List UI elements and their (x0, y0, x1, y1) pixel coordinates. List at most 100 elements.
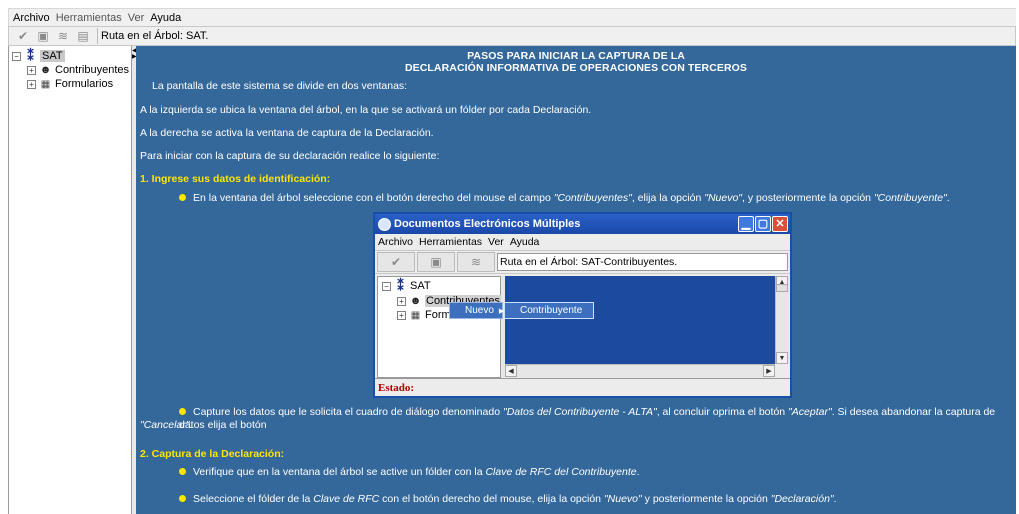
tree-node-contribuyentes-label: Contribuyentes (55, 64, 129, 76)
bullet-1-em: "Contribuyentes" (553, 192, 632, 204)
dialog-tree-path: Ruta en el Árbol: SAT-Contribuyentes. (497, 253, 788, 271)
tree-node-formularios[interactable]: + ▦ Formularios (27, 77, 113, 91)
page-title: PASOS PARA INICIAR LA CAPTURA DE LA DECL… (136, 50, 1016, 74)
dialog-title: Documentos Electrónicos Múltiples (394, 218, 581, 230)
dialog-menu-archivo[interactable]: Archivo (378, 236, 413, 248)
bullet-2-continuation: "Cancelar". (140, 419, 192, 431)
sat-logo-icon: ⁑ (27, 48, 34, 63)
dialog-horizontal-scrollbar[interactable]: ◀ ▶ (505, 364, 775, 378)
expand-icon[interactable]: + (27, 79, 36, 89)
bullet-2-em: "Cancelar" (140, 419, 190, 431)
title-line-1: PASOS PARA INICIAR LA CAPTURA DE LA (467, 50, 685, 62)
close-icon[interactable]: ✕ (772, 216, 788, 232)
bullet-1-text: En la ventana del árbol seleccione con e… (193, 192, 554, 204)
tree-node-contribuyentes[interactable]: + ☻ Contribuyentes (27, 63, 129, 77)
paragraph-4: Para iniciar con la captura de su declar… (140, 150, 440, 162)
menu-ver[interactable]: Ver (128, 12, 145, 24)
tree-node-sat[interactable]: − ⁑ SAT (12, 48, 65, 63)
menu-archivo[interactable]: Archivo (13, 12, 50, 24)
dialog-toolbar: ✔ ▣ ≋ Ruta en el Árbol: SAT-Contribuyent… (375, 250, 790, 274)
context-menu-nuevo-label: Nuevo (465, 305, 494, 316)
section-heading-2: 2. Captura de la Declaración: (140, 448, 285, 460)
tree-path-label: Ruta en el Árbol: SAT. (97, 28, 211, 44)
menu-ayuda[interactable]: Ayuda (150, 12, 181, 24)
bullet-icon (179, 407, 186, 415)
bullet-4: Seleccione el fólder de la Clave de RFC … (179, 493, 837, 505)
bullet-3: Verifique que en la ventana del árbol se… (179, 466, 640, 478)
bullet-3-text: . (636, 466, 640, 478)
check-icon[interactable]: ✔ (377, 252, 415, 272)
list-icon[interactable]: ▤ (75, 29, 91, 43)
dialog-menu-ayuda[interactable]: Ayuda (510, 236, 540, 248)
paragraph-2: A la izquierda se ubica la ventana del á… (140, 104, 592, 116)
bullet-1-em: "Contribuyente" (873, 192, 947, 204)
dialog-tree-panel: − ⁑ SAT + ☻ Contribuyentes + ▦ Formu (377, 276, 501, 378)
dialog-body: − ⁑ SAT + ☻ Contribuyentes + ▦ Formu ▲ ▼… (377, 276, 789, 378)
check-icon[interactable]: ✔ (15, 29, 31, 43)
expand-icon[interactable]: + (397, 310, 406, 320)
bullet-2-text: Capture los datos que le solicita el cua… (193, 406, 503, 418)
bullet-3-text: Verifique que en la ventana del árbol se… (193, 466, 486, 478)
tree-node-sat-label: SAT (40, 50, 65, 62)
bullet-icon (179, 494, 186, 502)
stack-icon[interactable]: ≋ (55, 29, 71, 43)
bullet-1: En la ventana del árbol seleccione con e… (179, 192, 950, 204)
tree-panel: − ⁑ SAT + ☻ Contribuyentes + ▦ Formulari… (8, 46, 132, 514)
dialog-menu-bar: Archivo Herramientas Ver Ayuda (375, 234, 790, 250)
minimize-icon[interactable]: ▁ (738, 216, 754, 232)
context-menu-nuevo[interactable]: Nuevo ▶ (449, 302, 504, 319)
bullet-1-text: , y posteriormente la opción (742, 192, 874, 204)
sat-logo-icon: ⁑ (397, 278, 404, 293)
bullet-2-em: "Aceptar" (788, 406, 832, 418)
expand-icon[interactable]: + (27, 65, 36, 75)
dialog-tree-sat-label: SAT (410, 280, 431, 292)
dialog-menu-ver[interactable]: Ver (488, 236, 504, 248)
people-icon: ☻ (409, 295, 422, 307)
stack-icon[interactable]: ≋ (457, 252, 495, 272)
dialog-tree-node-sat[interactable]: − ⁑ SAT (382, 278, 431, 293)
toolbar: ✔ ▣ ≋ ▤ Ruta en el Árbol: SAT. (8, 26, 1016, 46)
bullet-4-em: "Declaración" (770, 493, 834, 505)
expand-icon[interactable]: + (397, 296, 406, 306)
dialog-menu-herramientas[interactable]: Herramientas (419, 236, 482, 248)
people-icon: ☻ (39, 64, 52, 76)
paragraph-1: La pantalla de este sistema se divide en… (152, 80, 408, 92)
dialog-status-bar: Estado: (375, 378, 790, 396)
bullet-4-em: "Nuevo" (603, 493, 642, 505)
scroll-thumb[interactable] (776, 284, 788, 292)
title-line-2: DECLARACIÓN INFORMATIVA DE OPERACIONES C… (404, 62, 748, 74)
scroll-left-icon[interactable]: ◀ (505, 365, 517, 377)
dialog-tree-node-formularios[interactable]: + ▦ Formu (397, 308, 457, 322)
bullet-1-text: . (946, 192, 950, 204)
print-icon[interactable]: ▣ (417, 252, 455, 272)
bullet-4-text: . (833, 493, 837, 505)
bullet-icon (179, 193, 186, 201)
collapse-icon[interactable]: − (12, 51, 21, 61)
submenu-contribuyente[interactable]: Contribuyente (504, 302, 594, 319)
print-icon[interactable]: ▣ (35, 29, 51, 43)
bullet-3-em: Clave de RFC del Contribuyente (485, 466, 637, 478)
dialog-title-bar: Documentos Electrónicos Múltiples ▁ ▢ ✕ (375, 214, 790, 234)
bullet-icon (179, 467, 186, 475)
tree-node-formularios-label: Formularios (55, 78, 114, 90)
paragraph-3: A la derecha se activa la ventana de cap… (140, 127, 434, 139)
bullet-2: Capture los datos que le solicita el cua… (179, 406, 1009, 432)
collapse-icon[interactable]: − (382, 281, 391, 291)
forms-icon: ▦ (40, 78, 51, 90)
bullet-4-text: y posteriormente la opción (641, 493, 771, 505)
globe-icon (378, 217, 391, 231)
forms-icon: ▦ (410, 309, 421, 321)
dialog-vertical-scrollbar[interactable]: ▲ ▼ (775, 276, 789, 364)
scroll-right-icon[interactable]: ▶ (763, 365, 775, 377)
bullet-1-em: "Nuevo" (704, 192, 743, 204)
bullet-2-text: , al concluir oprima el botón (656, 406, 789, 418)
submenu-contribuyente-label: Contribuyente (520, 305, 583, 316)
menu-herramientas[interactable]: Herramientas (56, 12, 122, 24)
maximize-icon[interactable]: ▢ (755, 216, 771, 232)
scroll-down-icon[interactable]: ▼ (776, 352, 788, 364)
bullet-1-text: , elija la opción (631, 192, 705, 204)
bullet-4-em: Clave de RFC (313, 493, 380, 505)
dialog-capture-area (505, 276, 775, 364)
bullet-2-em: "Datos del Contribuyente - ALTA" (502, 406, 657, 418)
menu-bar: Archivo Herramientas Ver Ayuda (8, 8, 1016, 26)
